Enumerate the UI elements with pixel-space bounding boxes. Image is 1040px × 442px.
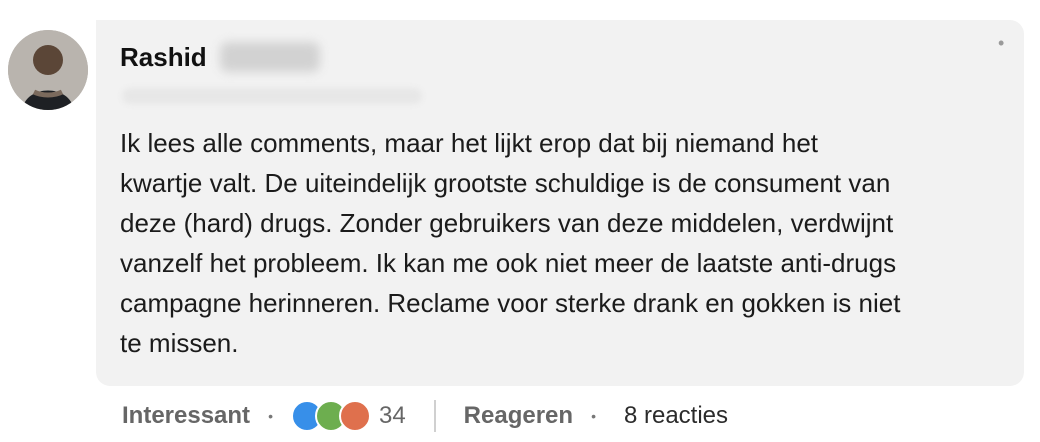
redacted-headline <box>122 88 422 104</box>
reply-button[interactable]: Reageren <box>464 402 573 430</box>
reaction-stack[interactable] <box>290 400 371 432</box>
redacted-last-name <box>220 42 320 72</box>
comment-actions: Interessant • 34 Reageren • 8 reacties <box>122 398 922 434</box>
comment-text: Ik lees alle comments, maar het lijkt er… <box>120 128 901 358</box>
separator-dot-2: • <box>591 408 596 424</box>
more-options-icon[interactable]: • <box>998 34 1004 52</box>
separator-dot: • <box>268 408 273 424</box>
avatar-photo <box>8 30 88 110</box>
actions-divider <box>433 400 436 432</box>
curious-reaction-icon <box>338 400 371 432</box>
author-name[interactable]: Rashid <box>120 42 207 73</box>
react-button[interactable]: Interessant <box>122 402 250 430</box>
replies-link[interactable]: 8 reacties <box>624 402 728 430</box>
avatar[interactable] <box>8 30 88 110</box>
reaction-count: 34 <box>378 402 406 429</box>
